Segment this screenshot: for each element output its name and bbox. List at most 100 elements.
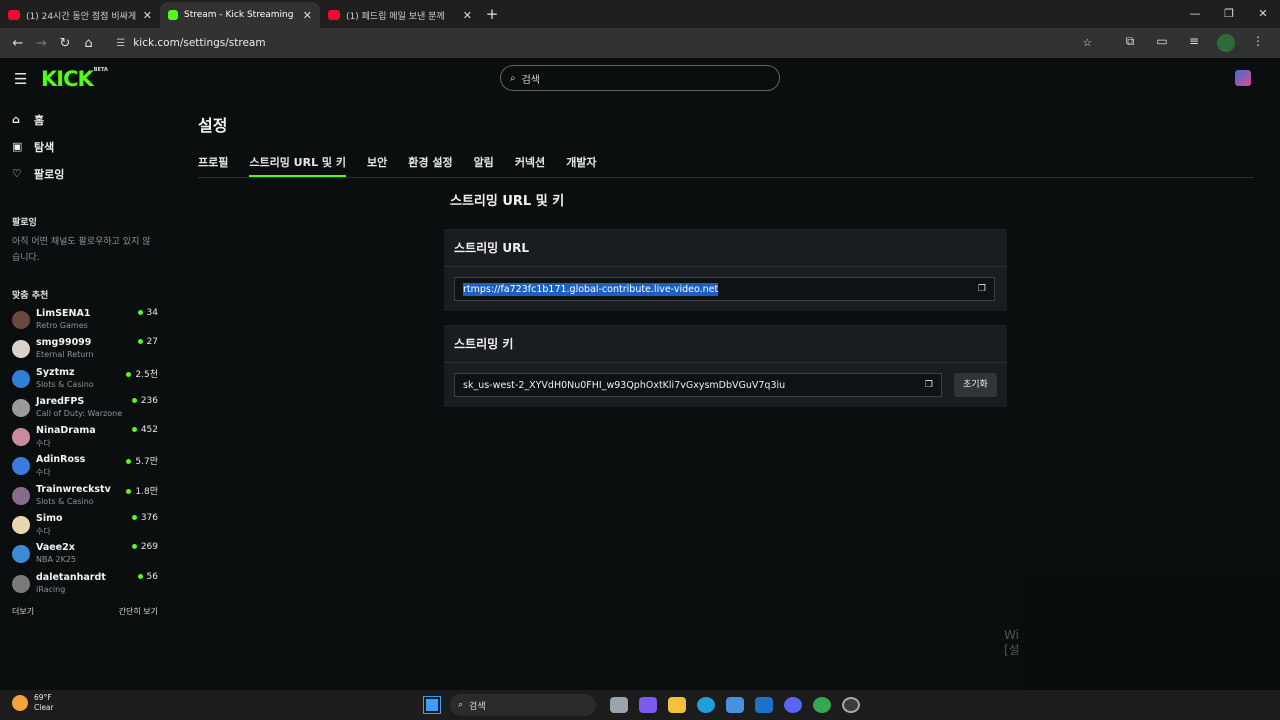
activation-watermark: Wi [설 — [1004, 628, 1020, 658]
recommended-channel[interactable]: Vaee2x NBA 2K25 269 — [0, 539, 170, 568]
close-tab-icon[interactable]: ✕ — [143, 9, 152, 22]
recommended-channel[interactable]: Trainwreckstv Slots & Casino 1.8만 — [0, 481, 170, 510]
viewer-count: 56 — [138, 572, 158, 582]
site-info-icon[interactable]: ☰ — [116, 38, 125, 49]
stream-key-value: sk_us-west-2_XYVdH0Nu0FHI_w93QphOxtKli7v… — [463, 379, 786, 391]
tab-stream-url-key[interactable]: 스트리밍 URL 및 키 — [249, 150, 346, 177]
stream-url-field[interactable]: rtmps://fa723fc1b171.global-contribute.l… — [454, 277, 995, 301]
back-icon[interactable]: ← — [6, 36, 30, 51]
taskbar: 69°F Clear ⌕ 검색 — [0, 690, 1280, 720]
sidebar-item-label: 탐색 — [34, 140, 55, 154]
channel-category: 수다 — [36, 439, 51, 449]
reload-icon[interactable]: ↻ — [53, 36, 77, 51]
recommended-channel[interactable]: NinaDrama 수다 452 — [0, 422, 170, 451]
tab-security[interactable]: 보안 — [367, 150, 387, 177]
following-heading: 팔로잉 — [12, 218, 37, 228]
extensions-icon[interactable]: ⧉ — [1114, 34, 1146, 52]
copilot-icon[interactable] — [638, 697, 657, 713]
restore-icon[interactable]: ❐ — [1212, 0, 1246, 28]
new-tab-button[interactable]: + — [480, 2, 504, 28]
show-more-link[interactable]: 더보기 — [12, 606, 34, 617]
profile-avatar-icon[interactable] — [1217, 34, 1236, 52]
temperature: 69°F — [34, 693, 52, 702]
store-icon[interactable] — [725, 697, 744, 713]
home-icon: ⌂ — [12, 113, 20, 126]
outlook-icon[interactable] — [754, 697, 773, 713]
weather-widget[interactable]: 69°F Clear — [12, 693, 54, 713]
weather-moon-icon — [12, 695, 28, 711]
user-avatar[interactable] — [1235, 70, 1251, 86]
browser-tab-youtube-1[interactable]: (1) 24시간 동안 점점 비싸게 V ✕ — [0, 2, 160, 28]
browser-tab-kick[interactable]: Stream - Kick Streaming ✕ — [160, 2, 320, 28]
forward-icon[interactable]: → — [30, 36, 54, 51]
taskbar-search[interactable]: ⌕ 검색 — [450, 694, 596, 716]
viewer-count: 1.8만 — [126, 484, 158, 497]
copy-icon[interactable]: ❐ — [978, 284, 986, 294]
sidebar-item-browse[interactable]: ▣ 탐색 — [0, 133, 170, 160]
watermark-line: [설 — [1004, 643, 1020, 657]
hamburger-menu-icon[interactable]: ☰ — [14, 70, 27, 88]
channel-category: Slots & Casino — [36, 496, 94, 506]
recommended-channel[interactable]: AdinRoss 수다 5.7만 — [0, 451, 170, 480]
page-title: 설정 — [198, 116, 228, 135]
close-window-icon[interactable]: ✕ — [1246, 0, 1280, 28]
task-view-icon[interactable] — [609, 697, 628, 713]
youtube-favicon-icon — [8, 10, 20, 20]
youtube-favicon-icon — [328, 10, 340, 20]
windows-start-icon[interactable] — [423, 696, 441, 714]
copy-icon[interactable]: ❐ — [925, 380, 933, 390]
reading-list-icon[interactable]: ≡ — [1178, 34, 1210, 52]
recommended-channel[interactable]: LimSENA1 Retro Games 34 — [0, 305, 170, 334]
tab-developer[interactable]: 개발자 — [566, 150, 596, 177]
stream-url-title: 스트리밍 URL — [444, 229, 1007, 267]
channel-avatar — [12, 516, 30, 535]
channel-avatar — [12, 545, 30, 564]
tab-preferences[interactable]: 환경 설정 — [408, 150, 452, 177]
address-bar[interactable]: ☰ kick.com/settings/stream ☆ — [108, 32, 1101, 54]
browser-tab-strip: (1) 24시간 동안 점점 비싸게 V ✕ Stream - Kick Str… — [0, 0, 1280, 28]
watermark-line: Wi — [1004, 628, 1019, 642]
settings-main: 설정 프로필 스트리밍 URL 및 키 보안 환경 설정 알림 커넥션 개발자 — [198, 100, 1254, 178]
search-icon: ⌕ — [510, 72, 516, 84]
home-browser-icon[interactable]: ⌂ — [77, 36, 101, 51]
search-placeholder: 검색 — [521, 74, 541, 86]
recommended-channel[interactable]: JaredFPS Call of Duty: Warzone 236 — [0, 393, 170, 422]
browser-menu-icon[interactable]: ⋮ — [1242, 34, 1274, 52]
file-explorer-icon[interactable] — [667, 697, 686, 713]
channel-avatar — [12, 340, 30, 359]
channel-avatar — [12, 311, 30, 329]
tab-profile[interactable]: 프로필 — [198, 150, 228, 177]
recommended-channel[interactable]: Syztmz Slots & Casino 2.5천 — [0, 364, 170, 393]
channel-avatar — [12, 574, 30, 593]
overlay-panel — [1020, 574, 1280, 690]
app-icon[interactable] — [841, 697, 860, 713]
close-tab-icon[interactable]: ✕ — [463, 9, 472, 22]
browser-tab-youtube-2[interactable]: (1) 페드립 메일 보낸 분께 ✕ — [320, 2, 480, 28]
show-less-link[interactable]: 간단히 보기 — [119, 606, 158, 617]
viewer-count: 236 — [132, 396, 158, 406]
sidebar-item-home[interactable]: ⌂ 홈 — [0, 106, 170, 133]
bookmark-star-icon[interactable]: ☆ — [1083, 37, 1092, 49]
viewer-count: 2.5천 — [126, 367, 158, 380]
recommended-channel[interactable]: daletanhardt iRacing 56 — [0, 569, 170, 598]
tab-search-icon[interactable]: ▭ — [1146, 34, 1178, 52]
channel-avatar — [12, 369, 30, 388]
reset-key-button[interactable]: 초기화 — [954, 373, 997, 397]
viewer-count: 269 — [132, 542, 158, 552]
tab-notifications[interactable]: 알림 — [474, 150, 494, 177]
chrome-icon[interactable] — [812, 697, 831, 713]
edge-icon[interactable] — [696, 697, 715, 713]
minimize-icon[interactable]: — — [1178, 0, 1212, 28]
close-tab-icon[interactable]: ✕ — [303, 9, 312, 22]
channel-category: iRacing — [36, 584, 66, 594]
tab-connections[interactable]: 커넥션 — [515, 150, 545, 177]
sidebar-item-label: 홈 — [34, 113, 45, 127]
stream-key-field[interactable]: sk_us-west-2_XYVdH0Nu0FHI_w93QphOxtKli7v… — [454, 373, 942, 397]
sidebar-item-following[interactable]: ♡ 팔로잉 — [0, 160, 170, 187]
recommended-channel[interactable]: Simo 수다 376 — [0, 510, 170, 539]
search-input[interactable]: ⌕ 검색 — [500, 65, 780, 91]
recommended-channel[interactable]: smg99099 Eternal Return 27 — [0, 334, 170, 363]
kick-logo[interactable]: KICKBETA — [41, 67, 108, 91]
channel-category: 수다 — [36, 468, 51, 478]
discord-icon[interactable] — [783, 697, 802, 713]
